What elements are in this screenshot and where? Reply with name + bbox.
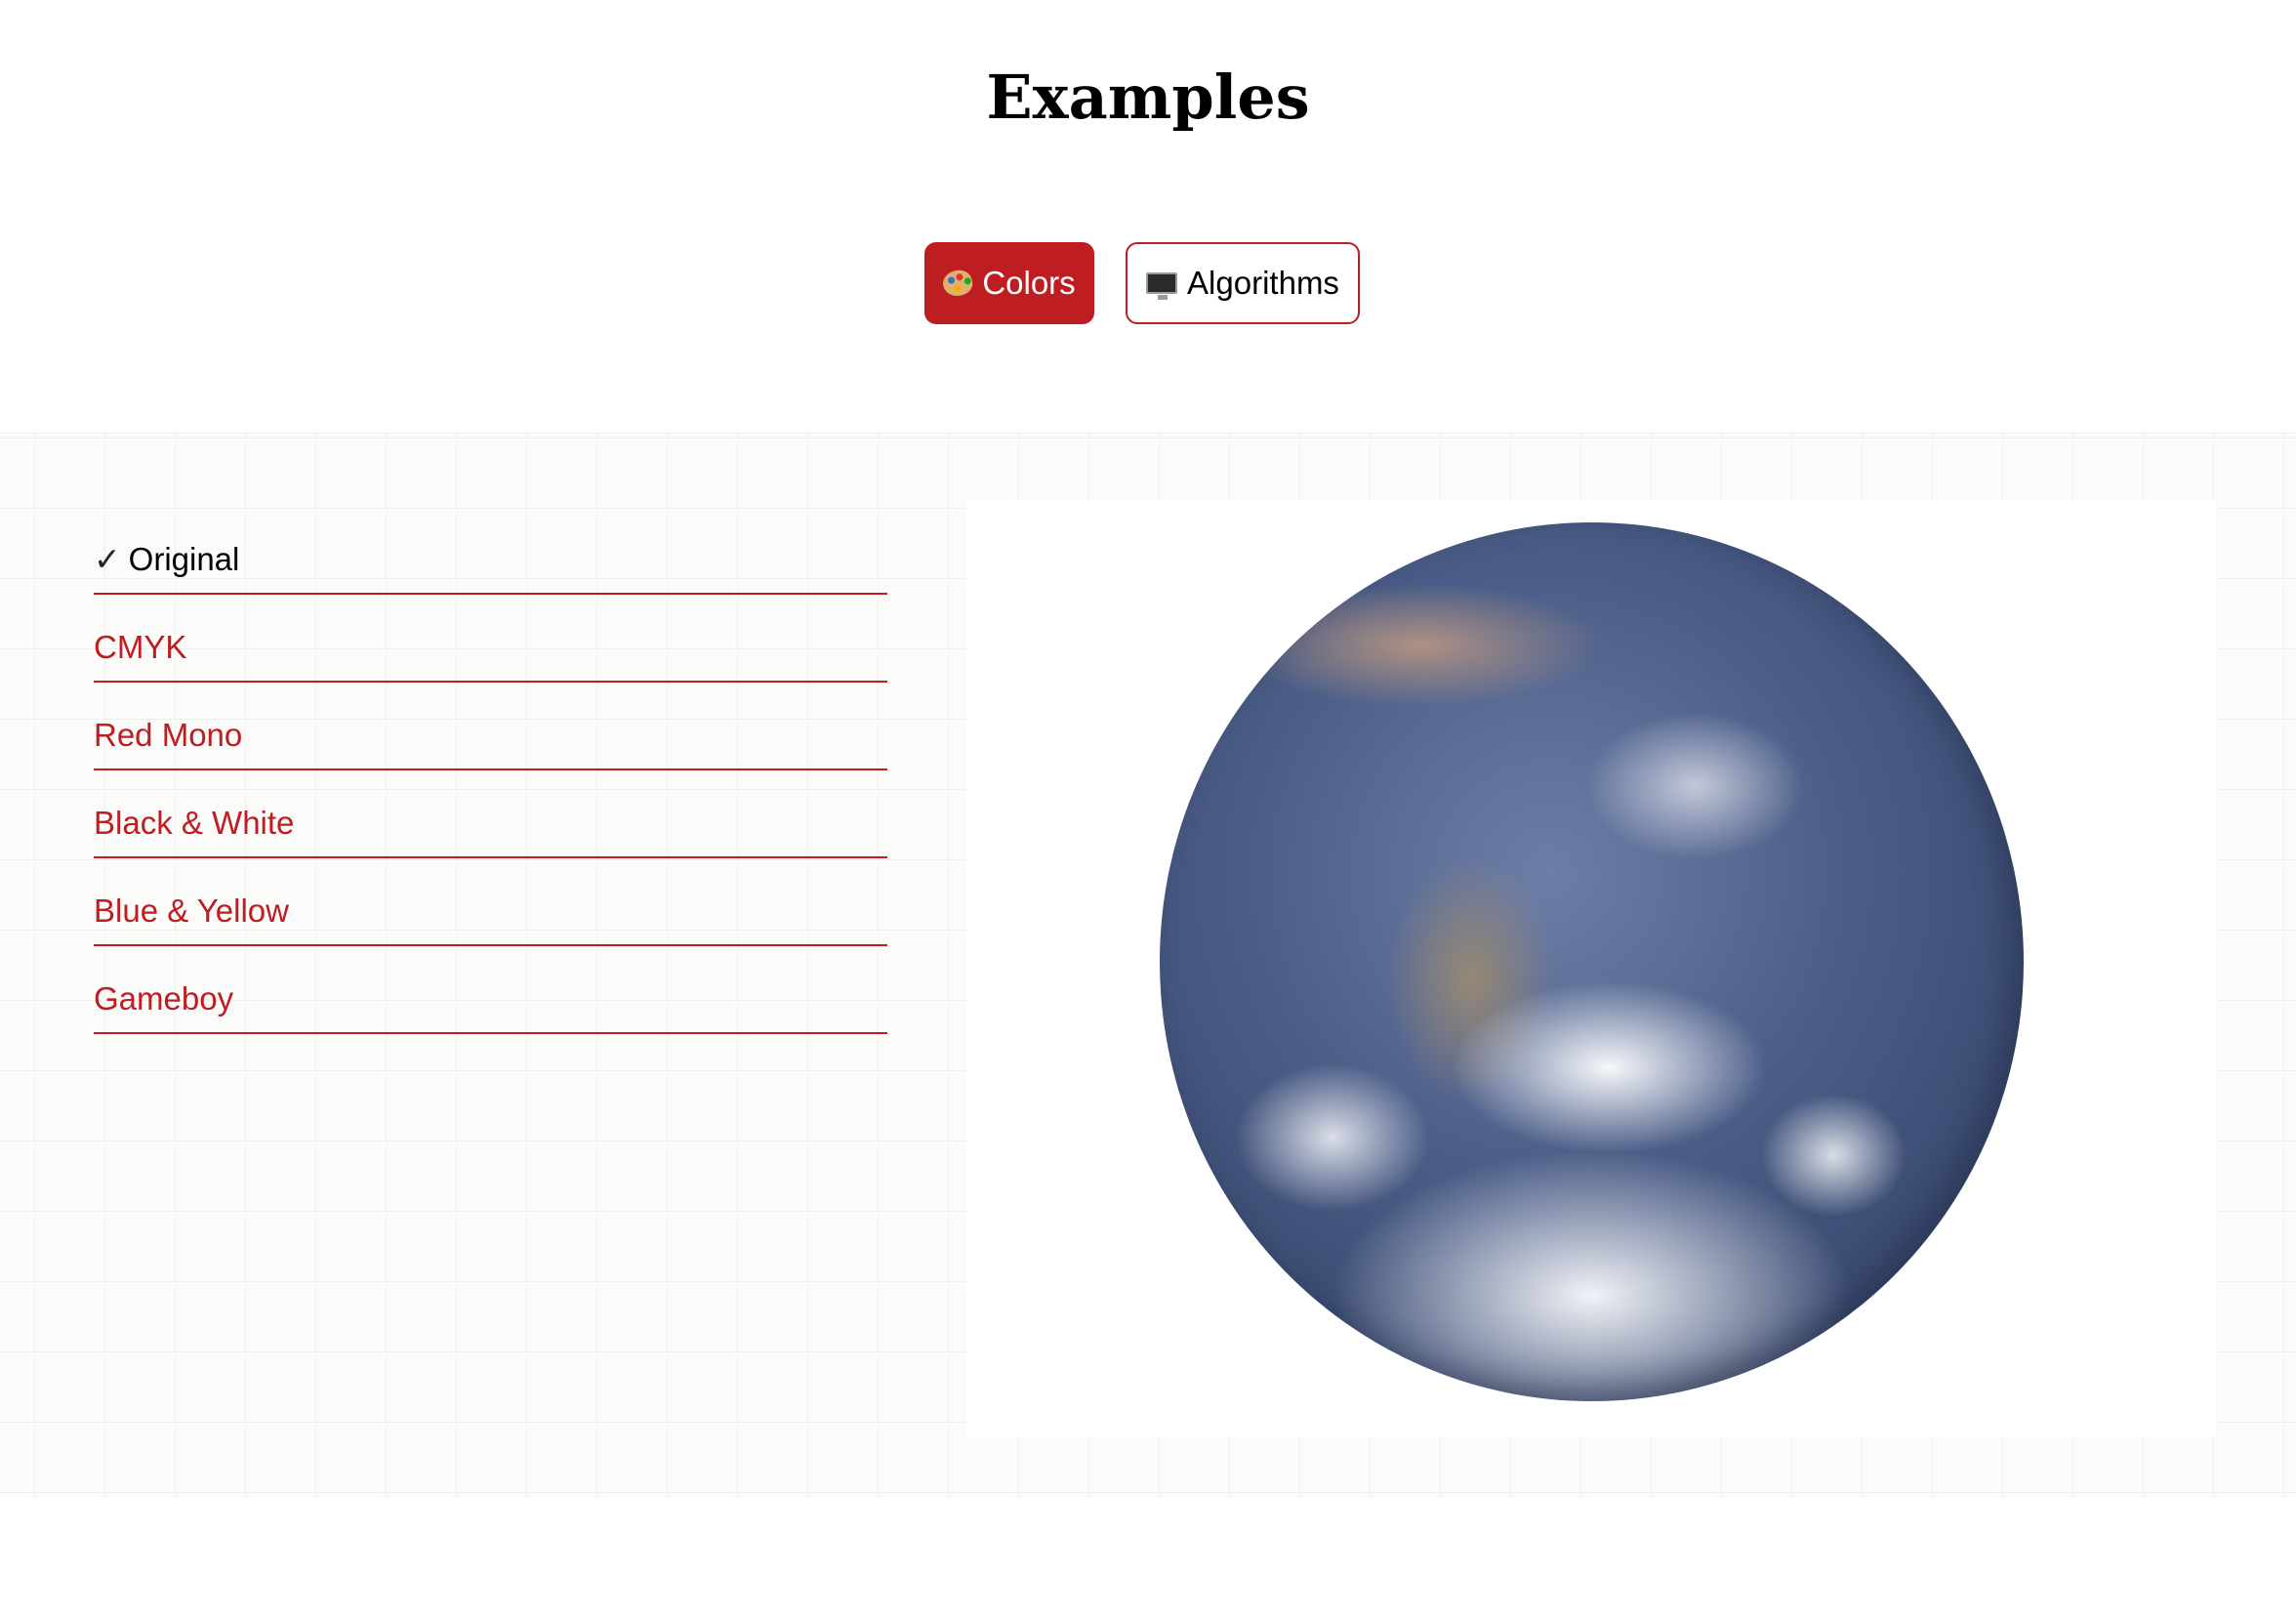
option-label: CMYK xyxy=(94,629,187,665)
tab-colors-label: Colors xyxy=(982,265,1076,301)
option-label: Original xyxy=(128,541,240,577)
tab-algorithms-label: Algorithms xyxy=(1187,265,1339,301)
tab-algorithms[interactable]: Algorithms xyxy=(1126,242,1360,324)
page-title: Examples xyxy=(986,62,1310,133)
tab-bar: Colors Algorithms xyxy=(0,242,2296,324)
option-gameboy[interactable]: Gameboy xyxy=(94,946,887,1034)
example-stage: ✓ Original CMYK Red Mono Black & White Bl… xyxy=(0,433,2296,1498)
option-label: Red Mono xyxy=(94,717,243,753)
option-label: Gameboy xyxy=(94,980,234,1017)
option-original[interactable]: ✓ Original xyxy=(94,507,887,595)
palette-options-list: ✓ Original CMYK Red Mono Black & White Bl… xyxy=(94,507,887,1034)
option-blue-yellow[interactable]: Blue & Yellow xyxy=(94,858,887,946)
earth-globe-image xyxy=(1160,522,2024,1401)
computer-monitor-icon xyxy=(1146,272,1178,300)
option-label: Blue & Yellow xyxy=(94,893,289,929)
option-red-mono[interactable]: Red Mono xyxy=(94,683,887,770)
palette-icon xyxy=(940,267,976,300)
checkmark-icon: ✓ xyxy=(94,540,121,578)
tab-colors[interactable]: Colors xyxy=(924,242,1094,324)
preview-panel xyxy=(966,500,2216,1437)
option-black-white[interactable]: Black & White xyxy=(94,770,887,858)
option-cmyk[interactable]: CMYK xyxy=(94,595,887,683)
option-label: Black & White xyxy=(94,805,295,841)
